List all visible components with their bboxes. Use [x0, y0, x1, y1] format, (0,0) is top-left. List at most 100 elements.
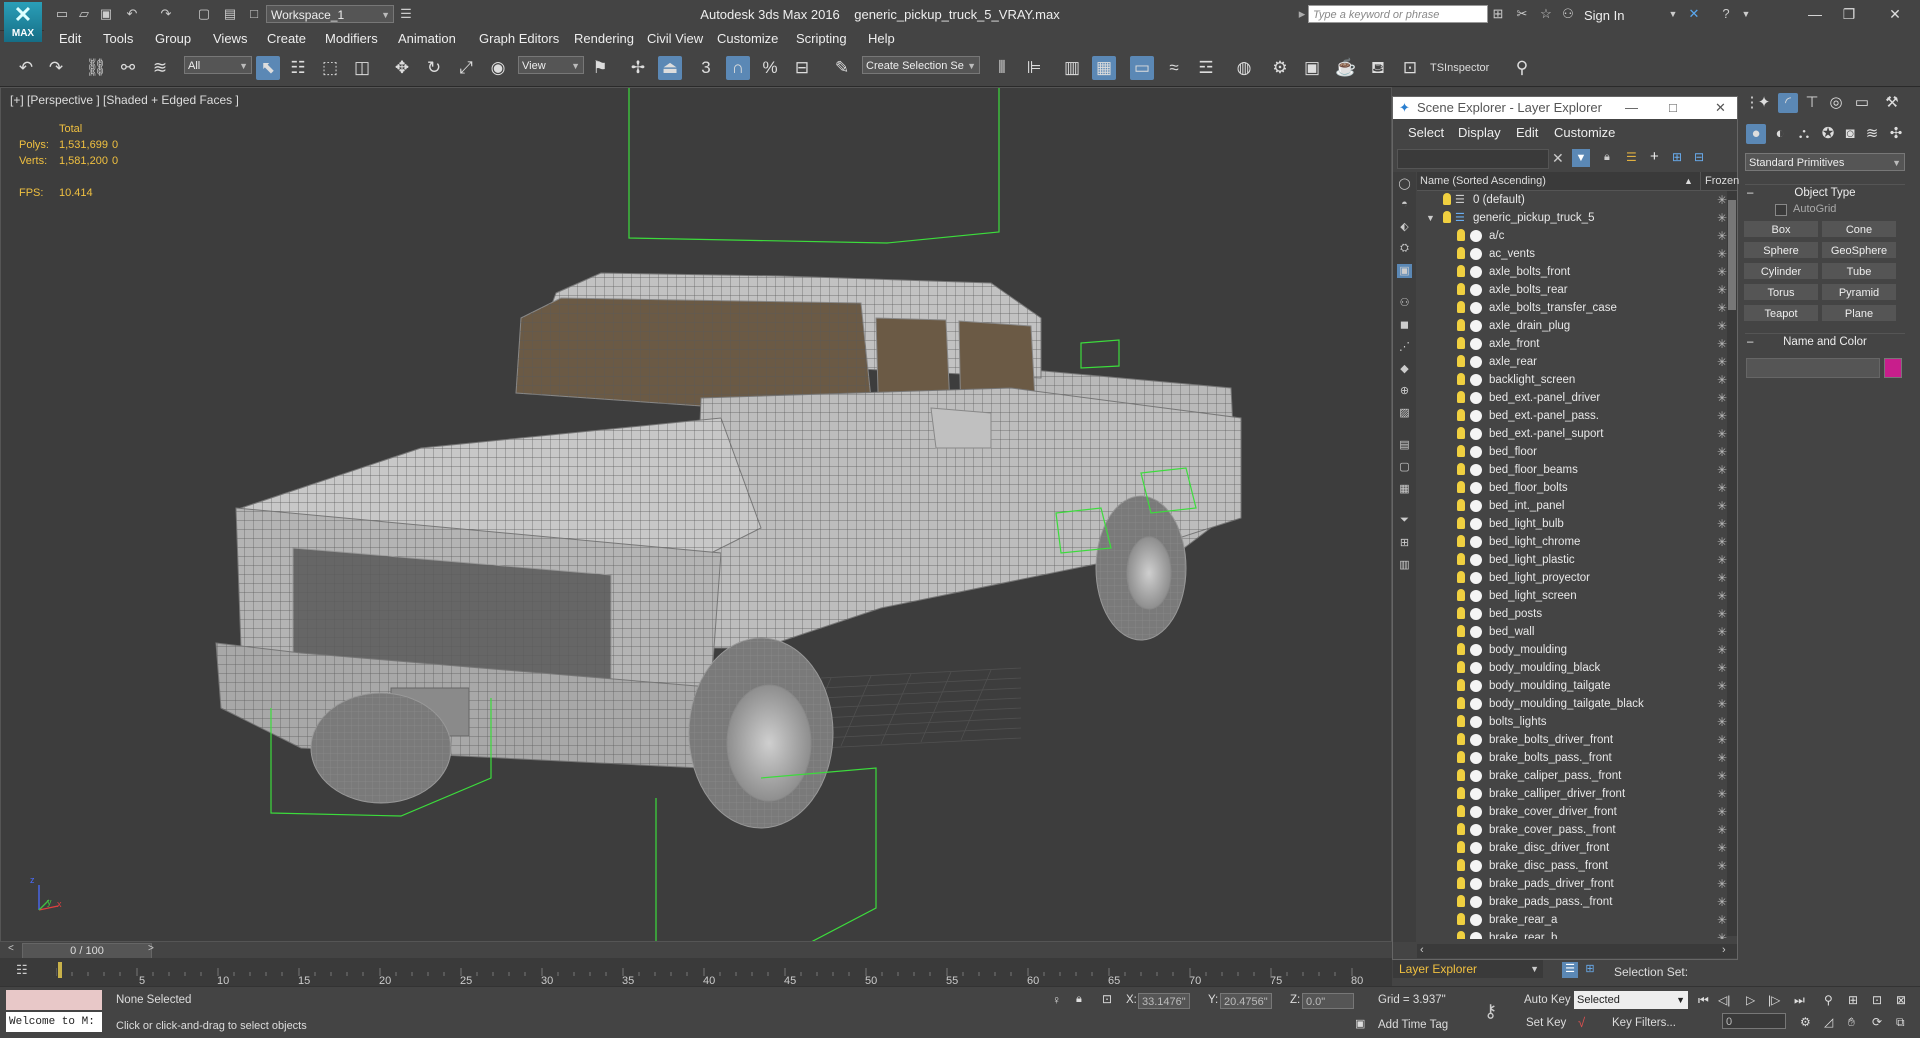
- object-visibility-icon[interactable]: [1470, 734, 1482, 746]
- pyramid-button[interactable]: Pyramid: [1821, 283, 1897, 301]
- object-color-swatch[interactable]: [1884, 358, 1902, 378]
- ribbon-toggle-icon[interactable]: ▭: [1130, 56, 1154, 80]
- explorer-type-dropdown[interactable]: Layer Explorer ▼: [1393, 960, 1543, 978]
- object-visibility-icon[interactable]: [1470, 518, 1482, 530]
- helpers-category-icon[interactable]: ◙: [1840, 124, 1860, 144]
- layer-manager-icon[interactable]: ▥: [1060, 56, 1084, 80]
- object-visibility-icon[interactable]: [1470, 284, 1482, 296]
- object-visibility-icon[interactable]: [1470, 608, 1482, 620]
- menu-tools[interactable]: Tools: [103, 31, 133, 46]
- object-row[interactable]: bed_light_bulb ✳: [1417, 515, 1737, 533]
- named-selection-set-dropdown[interactable]: Create Selection Se ▼: [862, 56, 980, 74]
- se-menu-edit[interactable]: Edit: [1516, 125, 1538, 140]
- column-frozen-header[interactable]: Frozen: [1695, 172, 1739, 190]
- clear-search-icon[interactable]: ✕: [1552, 150, 1564, 167]
- object-visibility-icon[interactable]: [1470, 266, 1482, 278]
- add-layer-icon[interactable]: +: [1650, 148, 1659, 165]
- frozen-toggle-icon[interactable]: ✳: [1717, 929, 1727, 939]
- object-visibility-icon[interactable]: [1470, 878, 1482, 890]
- frozen-toggle-icon[interactable]: ✳: [1717, 353, 1727, 371]
- prev-key-icon[interactable]: ◁|: [1718, 993, 1730, 1007]
- selection-set-icon[interactable]: ⊞: [1582, 962, 1598, 978]
- curve-editor-icon[interactable]: ≈: [1162, 56, 1186, 80]
- object-visibility-icon[interactable]: [1470, 554, 1482, 566]
- display-frozen-icon[interactable]: ▤: [1397, 438, 1412, 452]
- scene-explorer-titlebar[interactable]: ✦ Scene Explorer - Layer Explorer — □ ✕: [1393, 97, 1737, 119]
- scroll-right-icon[interactable]: ›: [1722, 944, 1726, 956]
- mini-curve-editor-icon[interactable]: ☷: [16, 962, 32, 978]
- scale-icon[interactable]: ⤢: [454, 56, 478, 80]
- zoom-extents-icon[interactable]: ⊡: [1872, 993, 1882, 1007]
- exchange-icon[interactable]: ✕: [1686, 6, 1702, 22]
- light-bulb-icon[interactable]: [1457, 589, 1465, 601]
- layer-tree-list[interactable]: ☰ 0 (default) ✳ ▼ ☰ generic_pickup_truck_5 ✳ a/…: [1417, 191, 1737, 939]
- goto-end-icon[interactable]: ⏭: [1794, 993, 1805, 1008]
- object-row[interactable]: backlight_screen ✳: [1417, 371, 1737, 389]
- shapes-category-icon[interactable]: ◐: [1770, 124, 1790, 144]
- frozen-toggle-icon[interactable]: ✳: [1717, 533, 1727, 551]
- autogrid-checkbox[interactable]: [1775, 204, 1787, 216]
- menu-civil-view[interactable]: Civil View: [647, 31, 703, 46]
- menu-help[interactable]: Help: [868, 31, 895, 46]
- frozen-toggle-icon[interactable]: ✳: [1717, 839, 1727, 857]
- object-row[interactable]: bed_ext.-panel_driver ✳: [1417, 389, 1737, 407]
- object-visibility-icon[interactable]: [1470, 572, 1482, 584]
- object-visibility-icon[interactable]: [1470, 302, 1482, 314]
- key-mode-dropdown[interactable]: Selected ▼: [1574, 991, 1688, 1009]
- object-visibility-icon[interactable]: [1470, 788, 1482, 800]
- frozen-toggle-icon[interactable]: ✳: [1717, 821, 1727, 839]
- light-bulb-icon[interactable]: [1457, 499, 1465, 511]
- frozen-toggle-icon[interactable]: ✳: [1717, 407, 1727, 425]
- menu-group[interactable]: Group: [155, 31, 191, 46]
- viewport-label[interactable]: [+] [Perspective ] [Shaded + Edged Faces…: [10, 93, 239, 107]
- frozen-toggle-icon[interactable]: ✳: [1717, 425, 1727, 443]
- add-to-layer-icon[interactable]: ⊞: [1672, 150, 1682, 164]
- motion-tab-icon[interactable]: ◎: [1826, 93, 1846, 113]
- maximize-viewport-icon[interactable]: ⧉: [1896, 1015, 1905, 1030]
- object-visibility-icon[interactable]: [1470, 356, 1482, 368]
- object-row[interactable]: brake_bolts_driver_front ✳: [1417, 731, 1737, 749]
- frozen-toggle-icon[interactable]: ✳: [1717, 461, 1727, 479]
- add-time-tag[interactable]: Add Time Tag: [1378, 1019, 1448, 1031]
- light-bulb-icon[interactable]: [1443, 193, 1451, 205]
- undo-icon[interactable]: ↶: [14, 56, 38, 80]
- z-coord-field[interactable]: 0.0": [1302, 993, 1354, 1009]
- se-menu-display[interactable]: Display: [1458, 125, 1501, 140]
- frozen-toggle-icon[interactable]: ✳: [1717, 245, 1727, 263]
- object-visibility-icon[interactable]: [1470, 752, 1482, 764]
- menu-modifiers[interactable]: Modifiers: [325, 31, 378, 46]
- expand-arrow-icon[interactable]: ▼: [1426, 209, 1435, 227]
- field-of-view-icon[interactable]: ◿: [1824, 1015, 1833, 1029]
- render-production-icon[interactable]: ☕: [1334, 56, 1358, 80]
- light-bulb-icon[interactable]: [1457, 337, 1465, 349]
- absolute-mode-icon[interactable]: ⊡: [1102, 992, 1112, 1006]
- help-icon[interactable]: ?: [1718, 6, 1734, 22]
- pivot-center-icon[interactable]: ⚑: [588, 56, 612, 80]
- key-icon[interactable]: ⚷: [1484, 1001, 1497, 1022]
- object-row[interactable]: bed_floor ✳: [1417, 443, 1737, 461]
- scene-explorer-close[interactable]: ✕: [1715, 97, 1726, 119]
- layer-row[interactable]: ☰ 0 (default) ✳: [1417, 191, 1737, 209]
- frozen-toggle-icon[interactable]: ✳: [1717, 677, 1727, 695]
- object-row[interactable]: brake_disc_pass._front ✳: [1417, 857, 1737, 875]
- cylinder-button[interactable]: Cylinder: [1743, 262, 1819, 280]
- pan-icon[interactable]: ✋︎: [1848, 1015, 1855, 1030]
- object-row[interactable]: brake_cover_pass._front ✳: [1417, 821, 1737, 839]
- display-hidden-icon[interactable]: ▢: [1397, 460, 1412, 474]
- object-row[interactable]: brake_rear_a ✳: [1417, 911, 1737, 929]
- redo-icon[interactable]: ↷: [158, 6, 174, 22]
- light-bulb-icon[interactable]: [1457, 895, 1465, 907]
- goto-start-icon[interactable]: ⏮: [1698, 993, 1709, 1008]
- sign-in-link[interactable]: Sign In: [1584, 8, 1624, 23]
- light-bulb-icon[interactable]: [1457, 319, 1465, 331]
- frozen-toggle-icon[interactable]: ✳: [1717, 389, 1727, 407]
- menu-animation[interactable]: Animation: [398, 31, 456, 46]
- lock-icon[interactable]: 🔒︎: [1604, 151, 1610, 164]
- maxscript-listener-input[interactable]: Welcome to M:: [6, 1012, 102, 1032]
- light-bulb-icon[interactable]: [1457, 823, 1465, 835]
- restore-button[interactable]: ❐: [1834, 3, 1864, 25]
- select-by-name-icon[interactable]: ☷: [286, 56, 310, 80]
- scroll-left-icon[interactable]: ‹: [1420, 944, 1424, 956]
- display-helpers-icon[interactable]: ⚇: [1397, 296, 1412, 310]
- orbit-icon[interactable]: ⟳: [1872, 1015, 1882, 1029]
